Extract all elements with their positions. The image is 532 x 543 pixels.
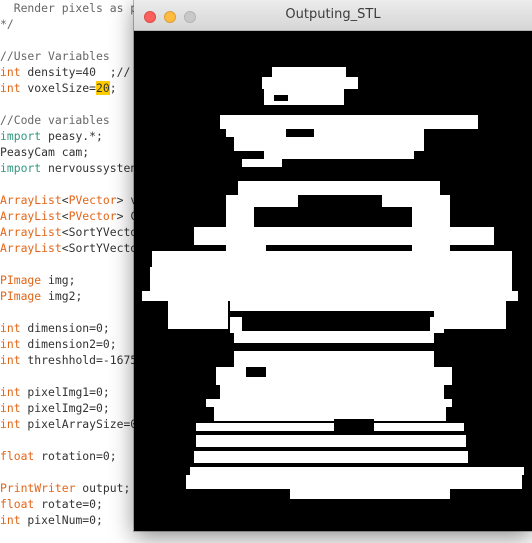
code-token: PeasyCam cam; (0, 145, 90, 159)
window-titlebar[interactable]: Outputing_STL (134, 0, 532, 31)
code-token: ; (109, 81, 117, 95)
code-token: PrintWriter (0, 481, 76, 495)
code-token: PImage (0, 289, 42, 303)
code-line[interactable]: PrintWriter output; (0, 480, 130, 496)
code-line[interactable]: ArrayList<SortYVecto (0, 240, 137, 256)
code-token: < (61, 193, 69, 207)
code-token: float (0, 449, 35, 463)
code-token: img; (41, 273, 76, 287)
code-line[interactable]: //User Variables (0, 48, 110, 64)
code-token: pixelNum=0; (20, 513, 103, 527)
code-token: pixelImg1=0; (20, 385, 110, 399)
code-token: PVector (68, 193, 117, 207)
code-token: import (0, 161, 42, 175)
code-token: pixelArraySize=0 (20, 417, 138, 431)
code-line[interactable]: int pixelArraySize=0 (0, 416, 137, 432)
window-title: Outputing_STL (285, 7, 381, 22)
code-token: int (0, 81, 21, 95)
code-line[interactable]: //Code variables (0, 112, 110, 128)
code-token: pixelImg2=0; (20, 401, 110, 415)
code-token: PVector (68, 209, 117, 223)
code-token: */ (0, 17, 14, 31)
code-line[interactable]: */ (0, 16, 14, 32)
code-token: ArrayList (0, 225, 62, 239)
code-token: int (0, 353, 21, 367)
sketch-canvas[interactable] (134, 31, 532, 531)
code-line[interactable]: float rotation=0; (0, 448, 117, 464)
code-line[interactable]: float rotate=0; (0, 496, 103, 512)
code-line[interactable]: PeasyCam cam; (0, 144, 89, 160)
code-line[interactable]: ArrayList<PVector> C (0, 208, 137, 224)
code-line[interactable]: ArrayList<PVector> v (0, 192, 137, 208)
code-line[interactable]: import peasy.*; (0, 128, 103, 144)
code-line[interactable]: int threshhold=-1675 (0, 352, 137, 368)
code-token: int (0, 385, 21, 399)
sketch-window[interactable]: Outputing_STL (134, 0, 532, 531)
code-line[interactable]: PImage img; (0, 272, 75, 288)
code-token: ArrayList (0, 241, 62, 255)
code-token: PImage (0, 273, 42, 287)
voxel-figure (142, 67, 524, 499)
code-line[interactable]: int pixelNum=0; (0, 512, 103, 528)
code-token: rotation=0; (34, 449, 117, 463)
code-token: int (0, 401, 21, 415)
code-token: dimension=0; (20, 321, 110, 335)
code-token: int (0, 513, 21, 527)
voxel-render (142, 67, 524, 499)
code-token: density=40 ;// (20, 65, 131, 79)
code-token: float (0, 497, 35, 511)
code-token: nervoussysten (41, 161, 138, 175)
code-line[interactable]: import nervoussysten (0, 160, 137, 176)
code-token: import (0, 129, 42, 143)
code-token: ArrayList (0, 209, 62, 223)
code-token: <SortYVecto (61, 225, 138, 239)
code-line[interactable]: int voxelSize=20; (0, 80, 117, 96)
code-line[interactable]: int pixelImg1=0; (0, 384, 110, 400)
code-token: //Code variables (0, 113, 110, 127)
code-token: < (61, 209, 69, 223)
highlighted-value: 20 (96, 81, 110, 95)
code-token: peasy.*; (41, 129, 103, 143)
code-token: int (0, 337, 21, 351)
code-token: ArrayList (0, 193, 62, 207)
code-line[interactable]: ArrayList<SortYVecto (0, 224, 137, 240)
code-line[interactable]: int dimension=0; (0, 320, 110, 336)
code-token: threshhold=-1675 (20, 353, 138, 367)
code-line[interactable]: int dimension2=0; (0, 336, 117, 352)
code-line[interactable]: int pixelImg2=0; (0, 400, 110, 416)
code-token: <SortYVecto (61, 241, 138, 255)
code-token: //User Variables (0, 49, 110, 63)
code-token: rotate=0; (34, 497, 103, 511)
code-line[interactable]: PImage img2; (0, 288, 82, 304)
code-token: int (0, 321, 21, 335)
code-token: img2; (41, 289, 83, 303)
code-token: voxelSize= (20, 81, 97, 95)
code-token: int (0, 417, 21, 431)
code-token: output; (75, 481, 131, 495)
code-line[interactable]: int density=40 ;// (0, 64, 130, 80)
code-token: dimension2=0; (20, 337, 117, 351)
code-token: int (0, 65, 21, 79)
